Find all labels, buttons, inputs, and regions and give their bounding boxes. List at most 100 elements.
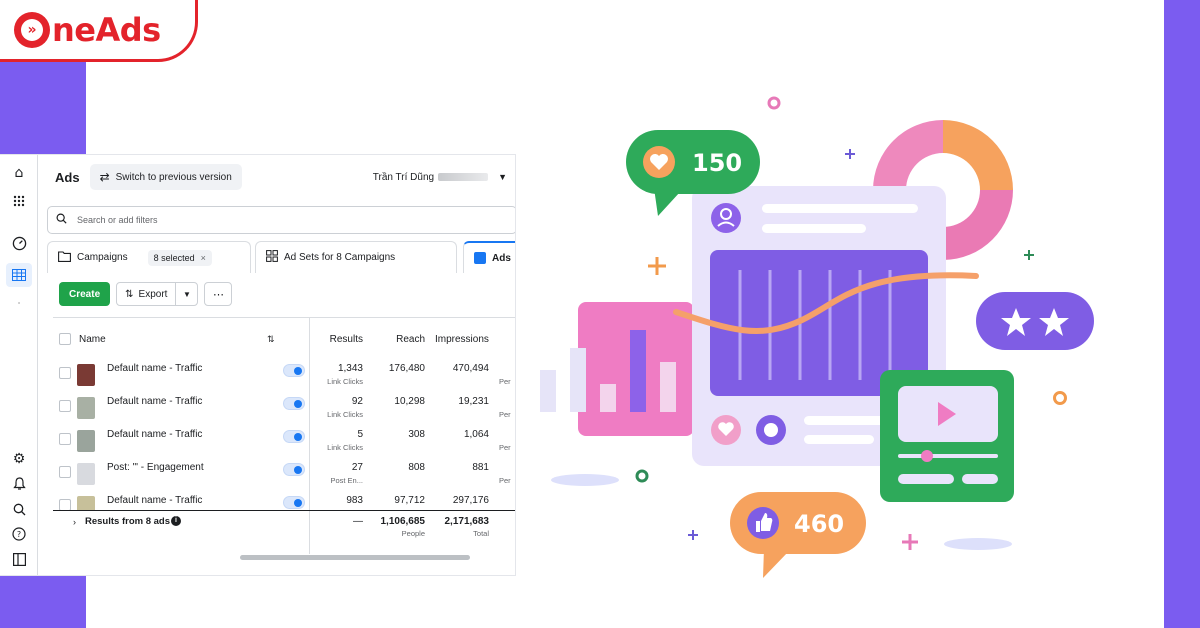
row-checkbox[interactable]	[59, 466, 71, 478]
cost-label: Per	[499, 443, 511, 452]
bar-chart-bar	[600, 384, 616, 412]
panel-icon[interactable]	[11, 551, 27, 567]
results-label: Post En...	[330, 476, 363, 485]
ad-name[interactable]: Default name - Traffic	[107, 396, 202, 407]
switch-version-button[interactable]: ⇄ Switch to previous version	[89, 164, 242, 190]
switch-icon: ⇄	[99, 170, 110, 184]
search-icon[interactable]	[11, 501, 27, 517]
row-checkbox[interactable]	[59, 400, 71, 412]
delivery-toggle[interactable]	[283, 430, 305, 443]
export-button[interactable]: ⇅ Export	[117, 289, 175, 300]
results-value: 983	[346, 495, 363, 506]
sparkle-ring-icon	[767, 96, 781, 110]
info-icon[interactable]: i	[171, 516, 181, 526]
search-placeholder: Search or add filters	[77, 215, 158, 225]
table-row[interactable]: Default name - Traffic 5 Link Clicks 308…	[53, 426, 515, 459]
chevron-down-icon: ▼	[498, 172, 507, 182]
bar-chart-bar	[660, 362, 676, 412]
bar-chart-bar	[630, 330, 646, 412]
action-toolbar: Create ⇅ Export ▼ ⋯	[59, 281, 233, 307]
tab-adsets[interactable]: Ad Sets for 8 Campaigns	[255, 241, 457, 273]
reach-value: 176,480	[388, 363, 425, 374]
summary-label[interactable]: Results from 8 ads	[85, 516, 170, 527]
apps-grid-icon[interactable]	[11, 193, 27, 209]
impressions-value: 1,064	[463, 429, 489, 440]
tab-ads[interactable]: Ads	[463, 241, 515, 273]
export-dropdown-icon[interactable]: ▼	[175, 283, 197, 305]
gauge-icon[interactable]	[11, 235, 27, 251]
close-icon[interactable]: ×	[201, 253, 206, 263]
ad-name[interactable]: Post: "' - Engagement	[107, 462, 204, 473]
thumbs-up-bubble: 460	[730, 492, 866, 578]
row-checkbox[interactable]	[59, 499, 71, 510]
ad-thumbnail	[77, 364, 95, 386]
adset-grid-icon	[266, 250, 278, 265]
select-all-checkbox[interactable]	[59, 333, 71, 345]
row-checkbox[interactable]	[59, 433, 71, 445]
bar-chart-bar	[540, 370, 556, 412]
ad-thumbnail	[77, 496, 95, 510]
bell-icon[interactable]	[11, 476, 27, 492]
row-checkbox[interactable]	[59, 367, 71, 379]
likes-count: 150	[692, 149, 742, 177]
ads-manager-window: ⌂ · ⚙ ? Ads ⇄ Switch to previous version…	[0, 155, 515, 575]
more-options-button[interactable]: ⋯	[204, 282, 233, 306]
results-value: 27	[351, 462, 363, 473]
table-icon[interactable]	[11, 267, 27, 283]
table-row[interactable]: Default name - Traffic 92 Link Clicks 10…	[53, 393, 515, 426]
results-label: Link Clicks	[327, 443, 363, 452]
header-results[interactable]: Results	[315, 318, 363, 360]
home-icon[interactable]: ⌂	[11, 165, 27, 181]
selected-chip-label: 8 selected	[153, 252, 195, 263]
sparkle-plus-icon	[688, 530, 698, 540]
sparkle-plus-icon	[845, 149, 855, 159]
header-name[interactable]: Name	[79, 334, 106, 345]
impressions-value: 470,494	[452, 363, 489, 374]
sort-icon[interactable]: ⇅	[267, 334, 275, 345]
cost-label: Per	[499, 476, 511, 485]
results-label: Link Clicks	[327, 410, 363, 419]
help-icon[interactable]: ?	[11, 526, 27, 542]
video-player-card	[880, 370, 1014, 502]
header-impressions[interactable]: Impressions	[435, 318, 505, 360]
table-row[interactable]: Default name - Traffic 983 97,712 297,17…	[53, 492, 515, 510]
ad-thumbnail	[77, 463, 95, 485]
folder-icon	[58, 250, 71, 265]
create-button[interactable]: Create	[59, 282, 111, 306]
ad-name[interactable]: Default name - Traffic	[107, 495, 202, 506]
level-tabs: Campaigns 8 selected × Ad Sets for 8 Cam…	[47, 241, 515, 273]
delivery-toggle[interactable]	[283, 397, 305, 410]
slider-handle	[921, 450, 933, 462]
delivery-toggle[interactable]	[283, 463, 305, 476]
text-placeholder-bar	[804, 435, 874, 444]
settings-icon[interactable]: ⚙	[11, 451, 27, 467]
page-title: Ads	[55, 169, 80, 185]
ad-name[interactable]: Default name - Traffic	[107, 363, 202, 374]
chevron-right-icon[interactable]: ›	[73, 517, 76, 527]
table-row[interactable]: Post: "' - Engagement 27 Post En... 808 …	[53, 459, 515, 492]
tab-campaigns[interactable]: Campaigns 8 selected ×	[47, 241, 251, 273]
ads-icon	[474, 252, 486, 264]
selected-chip[interactable]: 8 selected ×	[147, 249, 212, 266]
export-button-group: ⇅ Export ▼	[116, 282, 199, 306]
impressions-value: 881	[472, 462, 489, 473]
account-selector[interactable]: Trần Trí Dũng ▼	[373, 172, 507, 183]
delivery-toggle[interactable]	[283, 496, 305, 509]
results-value: 92	[351, 396, 363, 407]
right-accent-band	[1164, 0, 1200, 628]
header-reach[interactable]: Reach	[371, 318, 425, 360]
delivery-toggle[interactable]	[283, 364, 305, 377]
table-row[interactable]: Default name - Traffic 1,343 Link Clicks…	[53, 360, 515, 393]
divider-dot-icon: ·	[17, 298, 21, 308]
summary-reach: 1,106,685	[380, 516, 426, 527]
search-input[interactable]: Search or add filters	[47, 206, 515, 234]
export-label: Export	[138, 288, 168, 300]
sparkle-plus-icon	[902, 534, 918, 550]
logo-mark-icon: »	[14, 11, 50, 48]
horizontal-scrollbar[interactable]	[240, 555, 470, 560]
results-value: 5	[357, 429, 363, 440]
top-bar: Ads ⇄ Switch to previous version Trần Tr…	[47, 163, 515, 191]
reach-value: 10,298	[394, 396, 425, 407]
analytics-illustration: 150 460	[540, 96, 1094, 578]
ad-name[interactable]: Default name - Traffic	[107, 429, 202, 440]
